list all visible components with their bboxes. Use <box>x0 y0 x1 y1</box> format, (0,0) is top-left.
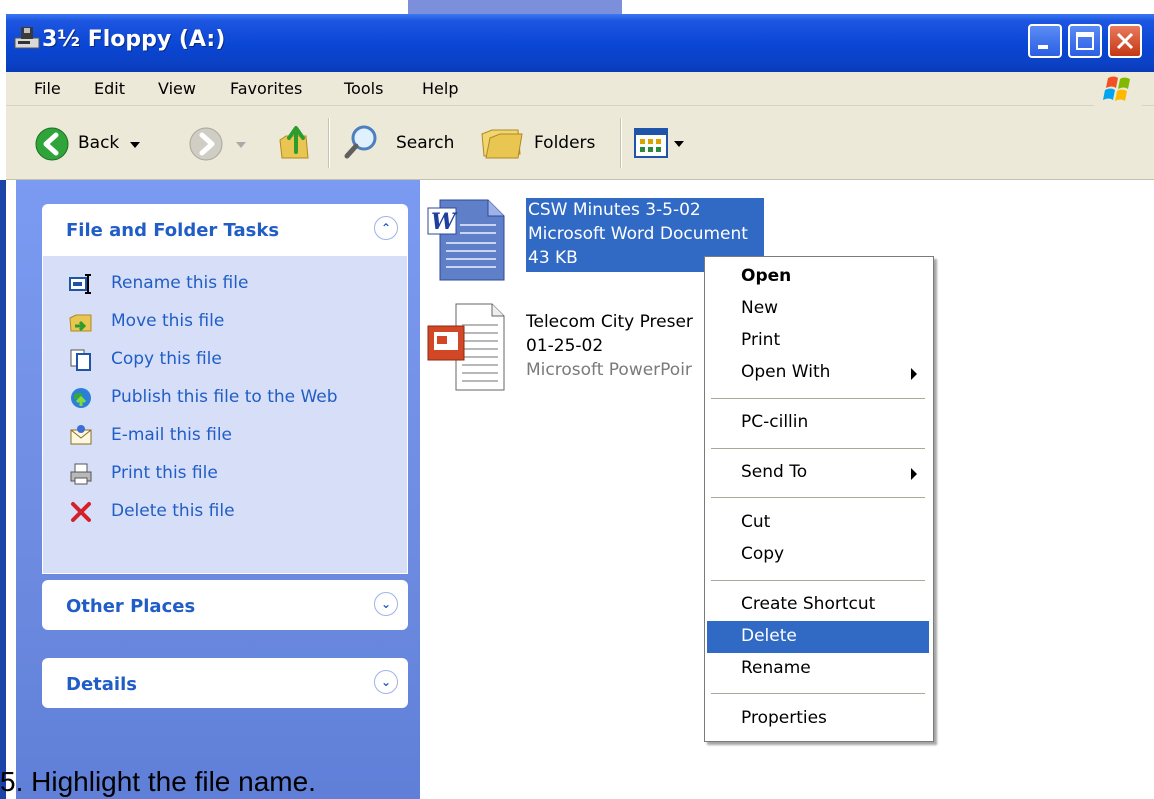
folders-icon <box>481 129 523 159</box>
views-button[interactable] <box>634 128 696 160</box>
task-label: Delete this file <box>111 501 235 521</box>
other-places-title: Other Places <box>66 596 196 617</box>
task-pane: File and Folder Tasks ⌃ Rename this file… <box>16 180 420 799</box>
menu-item-send-to[interactable]: Send To <box>707 457 929 489</box>
menu-item-rename[interactable]: Rename <box>707 653 929 685</box>
menu-item-print[interactable]: Print <box>707 325 929 357</box>
menu-item-cut[interactable]: Cut <box>707 507 929 539</box>
expand-chevron-icon[interactable]: ⌄ <box>374 592 398 616</box>
file-item-powerpoint[interactable]: Telecom City Preser 01-25-02 Microsoft P… <box>426 302 716 392</box>
menu-item-open[interactable]: Open <box>707 261 929 293</box>
submenu-arrow-icon <box>911 368 917 380</box>
email-icon <box>70 425 92 445</box>
back-label: Back <box>78 133 120 153</box>
file-folder-tasks-body: Rename this file Move this file Copy thi… <box>42 256 408 574</box>
up-folder-icon[interactable] <box>276 122 312 162</box>
menu-tools[interactable]: Tools <box>344 79 383 98</box>
collapse-chevron-icon[interactable]: ⌃ <box>374 216 398 240</box>
menu-item-delete[interactable]: Delete <box>707 621 929 653</box>
file-name: CSW Minutes 3-5-02 <box>528 200 701 220</box>
expand-chevron-icon[interactable]: ⌄ <box>374 670 398 694</box>
details-header[interactable]: Details ⌄ <box>42 658 408 708</box>
menu-separator <box>711 497 925 499</box>
window-title: 3½ Floppy (A:) <box>42 27 226 52</box>
file-folder-tasks-title: File and Folder Tasks <box>66 220 280 241</box>
svg-text:W: W <box>431 209 458 235</box>
minimize-button[interactable] <box>1028 24 1062 58</box>
context-menu: Open New Print Open With PC-cillin Send … <box>704 256 934 742</box>
back-arrow-icon <box>35 127 69 161</box>
menu-favorites[interactable]: Favorites <box>230 79 302 98</box>
floppy-drive-icon <box>14 27 40 49</box>
task-label: Rename this file <box>111 273 249 293</box>
task-label: Print this file <box>111 463 218 483</box>
back-button[interactable]: Back <box>34 124 174 164</box>
toolbar-separator <box>328 118 330 168</box>
maximize-icon <box>1076 32 1094 50</box>
word-document-icon: W <box>427 199 505 281</box>
menu-item-properties[interactable]: Properties <box>707 703 929 735</box>
details-title: Details <box>66 674 137 695</box>
submenu-arrow-icon <box>911 468 917 480</box>
menu-separator <box>711 580 925 582</box>
menu-item-create-shortcut[interactable]: Create Shortcut <box>707 589 929 621</box>
menu-item-pc-cillin[interactable]: PC-cillin <box>707 407 929 439</box>
back-dropdown-arrow-icon[interactable] <box>130 142 140 148</box>
window-left-edge <box>0 180 6 799</box>
minimize-icon <box>1038 45 1048 49</box>
close-button[interactable] <box>1108 24 1142 58</box>
move-icon <box>69 314 92 332</box>
publish-web-icon <box>71 388 91 408</box>
menu-separator <box>711 398 925 400</box>
views-icon <box>634 128 668 158</box>
forward-arrow-icon <box>189 127 223 161</box>
copy-icon <box>70 349 91 371</box>
task-label: E-mail this file <box>111 425 233 445</box>
file-type: Microsoft PowerPoir <box>526 360 692 380</box>
close-icon <box>1116 32 1134 50</box>
task-label: Publish this file to the Web <box>111 387 338 407</box>
forward-button[interactable] <box>188 124 258 164</box>
menu-item-open-with[interactable]: Open With <box>707 357 929 389</box>
search-icon <box>344 125 377 159</box>
folders-label: Folders <box>534 133 596 153</box>
menu-view[interactable]: View <box>158 79 196 98</box>
powerpoint-document-icon <box>427 303 505 391</box>
top-overlay-strip <box>408 0 622 14</box>
other-places-header[interactable]: Other Places ⌄ <box>42 580 408 630</box>
menu-edit[interactable]: Edit <box>94 79 125 98</box>
views-dropdown-arrow-icon <box>674 141 684 147</box>
file-folder-tasks-header[interactable]: File and Folder Tasks ⌃ <box>42 204 408 256</box>
standard-toolbar: Back Search Folders <box>6 106 1154 180</box>
maximize-button[interactable] <box>1068 24 1102 58</box>
instruction-caption: 5. Highlight the file name. <box>0 766 316 797</box>
folders-button[interactable]: Folders <box>480 122 610 164</box>
toolbar-separator <box>620 118 622 168</box>
file-size: 43 KB <box>528 248 578 268</box>
menu-separator <box>711 693 925 695</box>
menu-item-new[interactable]: New <box>707 293 929 325</box>
rename-icon <box>69 274 91 294</box>
forward-dropdown-arrow-icon[interactable] <box>236 142 246 148</box>
title-bar[interactable]: 3½ Floppy (A:) <box>6 14 1154 72</box>
file-name: Telecom City Preser <box>526 312 693 332</box>
search-button[interactable]: Search <box>342 122 472 164</box>
menu-help[interactable]: Help <box>422 79 458 98</box>
delete-x-icon <box>71 502 91 522</box>
task-label: Move this file <box>111 311 225 331</box>
menu-bar: File Edit View Favorites Tools Help <box>6 72 1154 106</box>
menu-separator <box>711 448 925 450</box>
menu-file[interactable]: File <box>34 79 61 98</box>
file-date: 01-25-02 <box>526 336 604 356</box>
printer-icon <box>70 463 92 485</box>
menu-item-copy[interactable]: Copy <box>707 539 929 571</box>
task-label: Copy this file <box>111 349 222 369</box>
windows-logo-icon <box>1094 72 1142 106</box>
search-label: Search <box>396 133 455 153</box>
file-type: Microsoft Word Document <box>528 224 748 244</box>
